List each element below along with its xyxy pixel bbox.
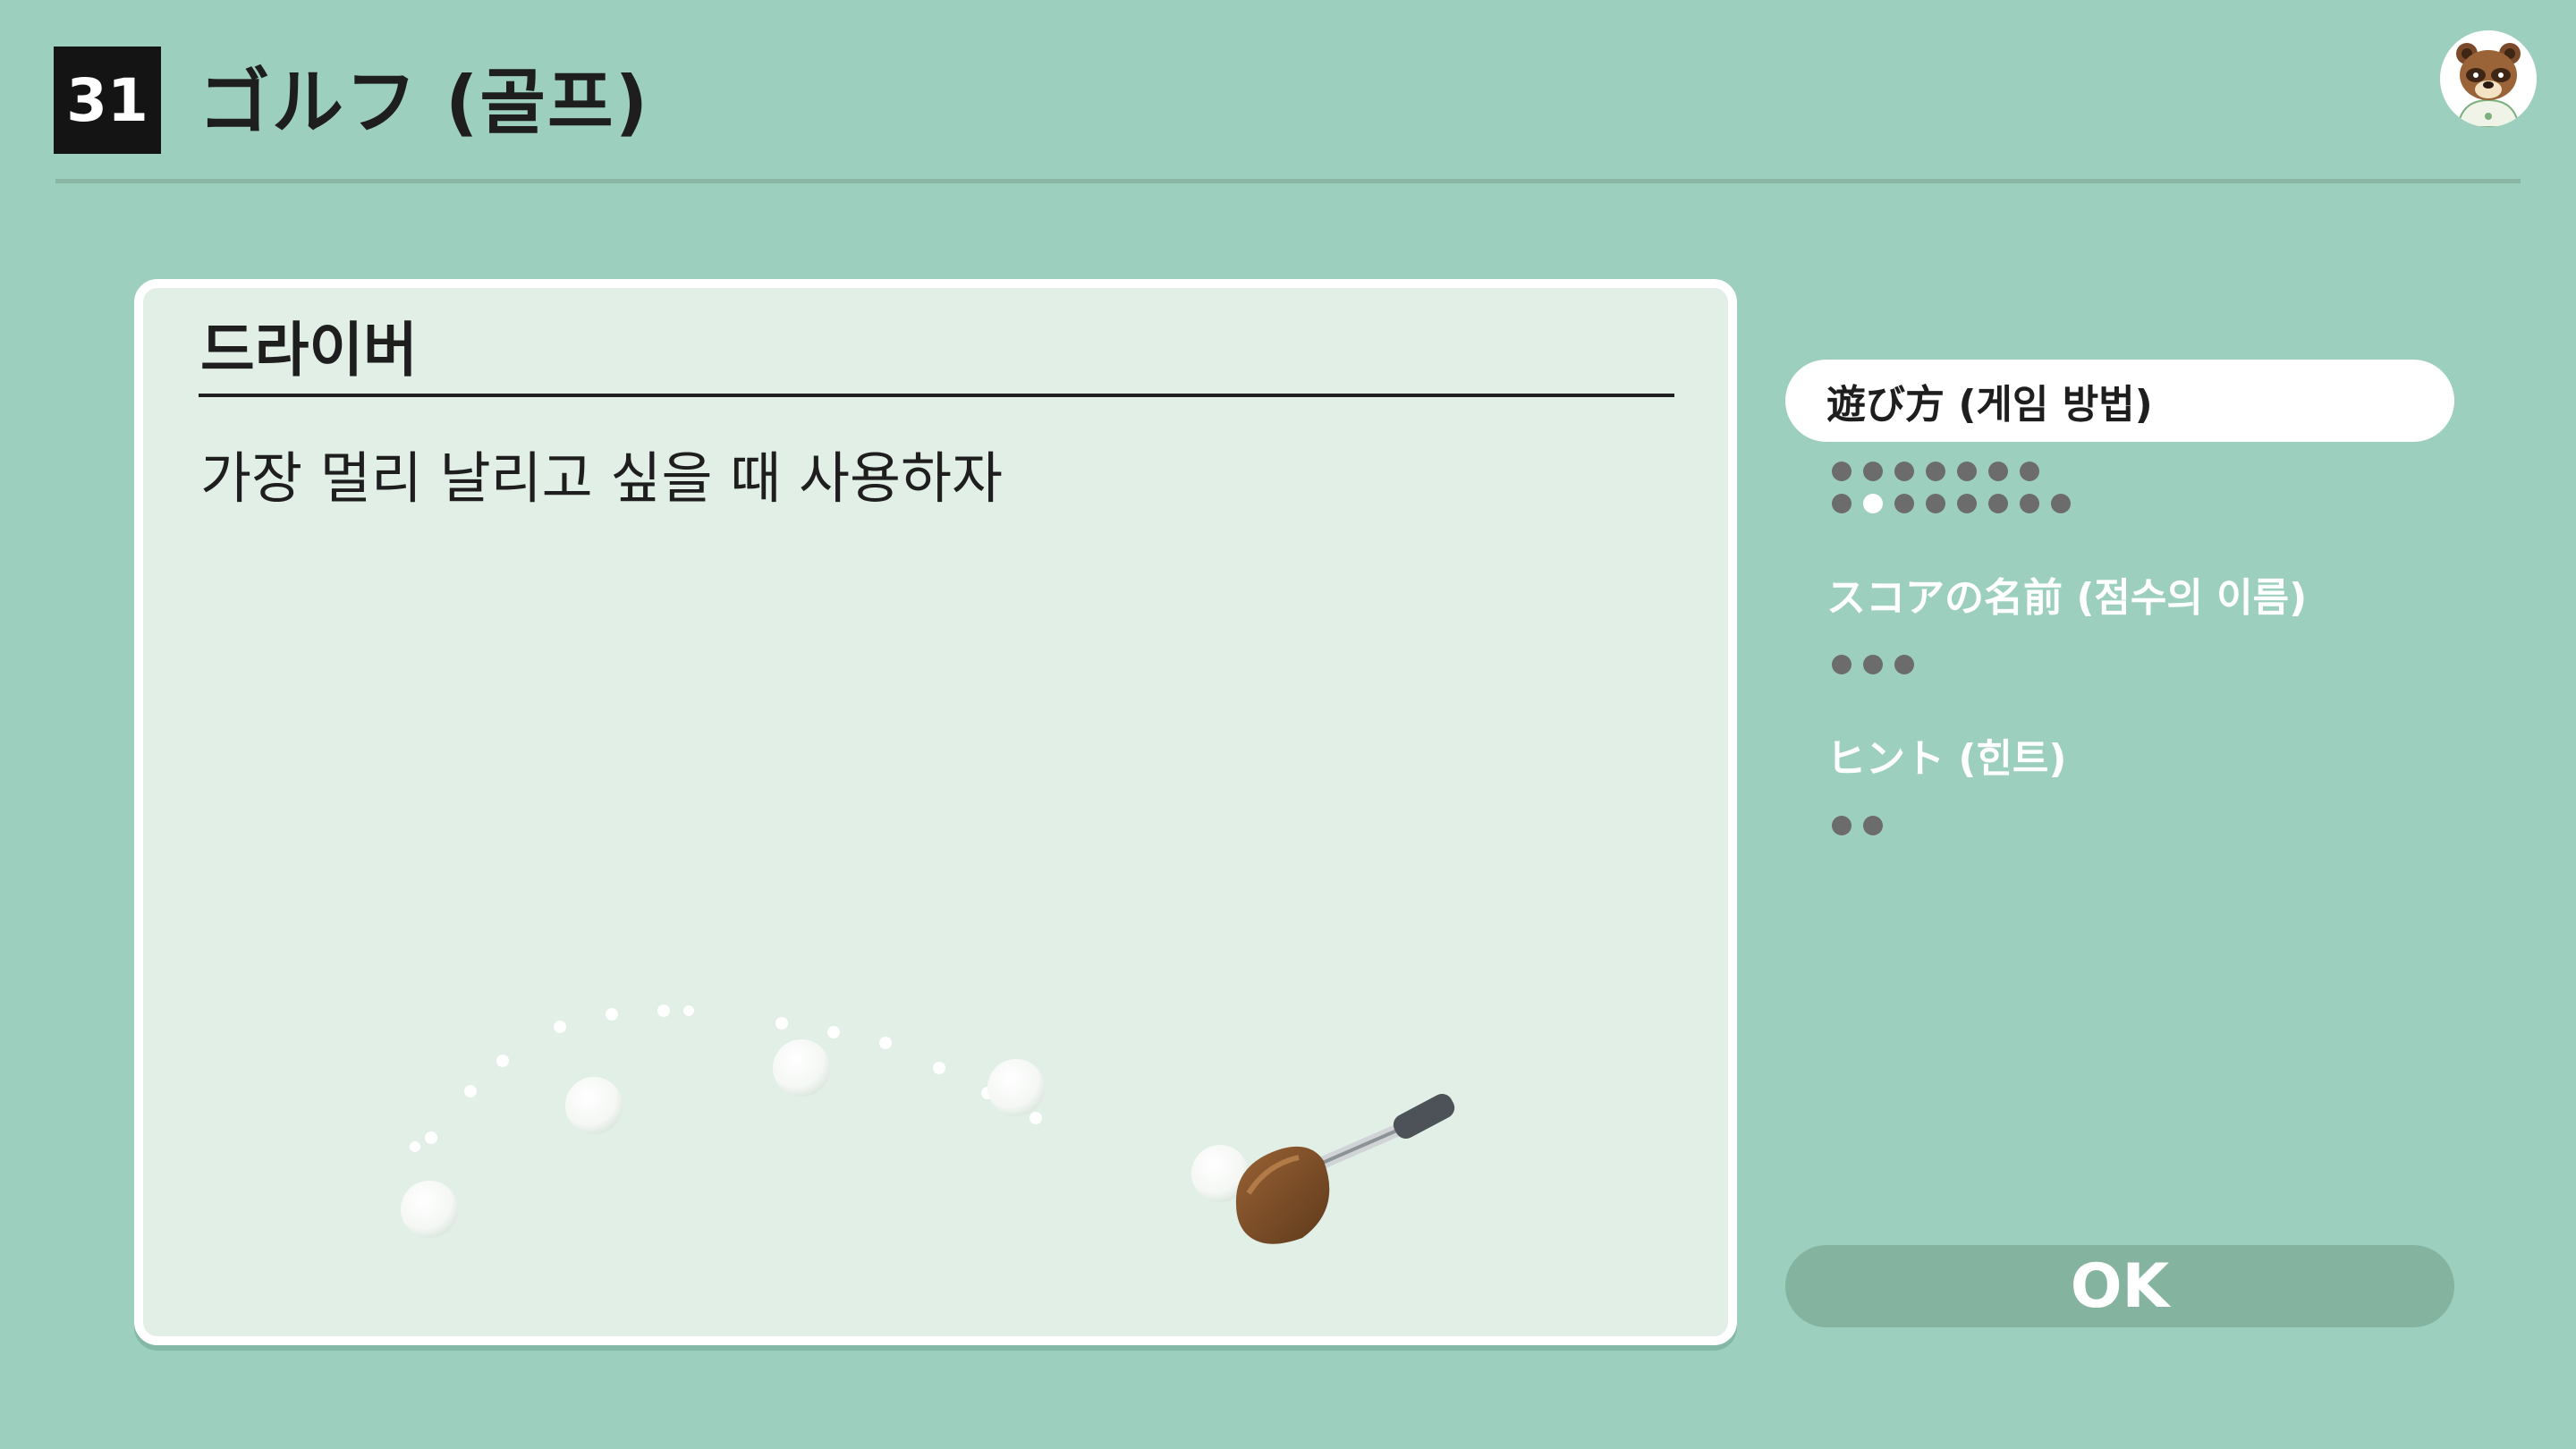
tab-how-to-play-label: 遊び方 (게임 방법) xyxy=(1826,382,2153,428)
page-title: ゴルフ (골프) xyxy=(199,61,650,144)
page-dot xyxy=(1957,462,1977,481)
tab-hints[interactable]: ヒント (힌트) xyxy=(1785,726,2454,784)
page-dot xyxy=(2051,494,2071,513)
ok-button[interactable]: OK xyxy=(1785,1245,2454,1327)
page-dot xyxy=(1832,462,1852,481)
description-panel: 드라이버 가장 멀리 날리고 싶을 때 사용하자 xyxy=(134,279,1737,1345)
page-dot-current xyxy=(1863,494,1883,513)
golf-driver-trajectory-illustration xyxy=(401,1004,1455,1244)
page-dot xyxy=(1832,816,1852,835)
page-dot xyxy=(1988,462,2008,481)
page-dot xyxy=(1894,494,1914,513)
page-dot xyxy=(1832,655,1852,674)
page-dot xyxy=(1832,494,1852,513)
page-dot xyxy=(2020,462,2039,481)
page-dot xyxy=(1894,655,1914,674)
tab-score-names-label: スコアの名前 (점수의 이름) xyxy=(1826,575,2308,621)
page-dot xyxy=(1894,462,1914,481)
tab-score-names[interactable]: スコアの名前 (점수의 이름) xyxy=(1785,565,2454,623)
page-dot xyxy=(1863,462,1883,481)
page-dot xyxy=(1926,494,1945,513)
page-dot xyxy=(1957,494,1977,513)
header-divider xyxy=(55,179,2521,183)
page-dot xyxy=(1863,816,1883,835)
pager-hints xyxy=(1832,816,1894,839)
tom-nook-avatar-icon xyxy=(2440,30,2537,127)
pager-how-to-play xyxy=(1832,462,2082,526)
page-dot xyxy=(2020,494,2039,513)
pager-score-names xyxy=(1832,655,1926,678)
page-dot xyxy=(1988,494,2008,513)
page-number-badge: 31 xyxy=(54,47,161,154)
tab-hints-label: ヒント (힌트) xyxy=(1826,736,2067,782)
page-dot xyxy=(1863,655,1883,674)
page-dot xyxy=(1926,462,1945,481)
tab-how-to-play[interactable]: 遊び方 (게임 방법) xyxy=(1785,360,2454,442)
